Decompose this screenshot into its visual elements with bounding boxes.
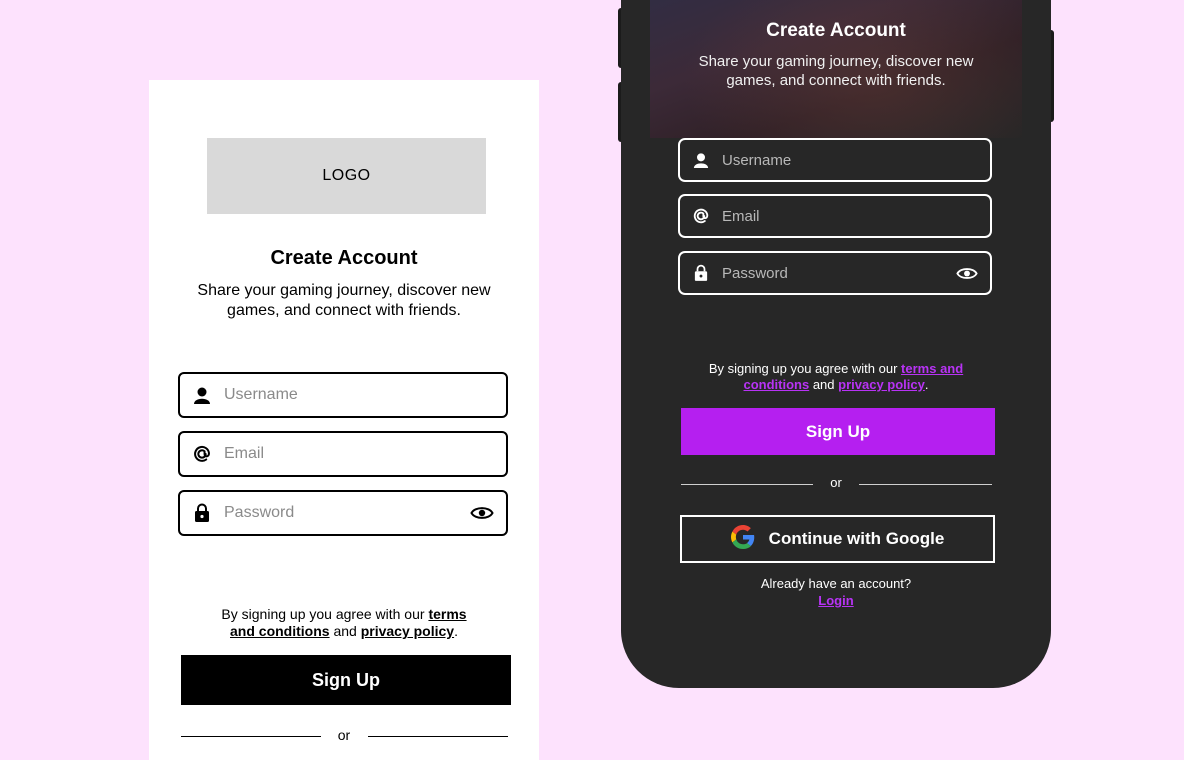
phone-divider-right <box>859 484 992 485</box>
phone-username-placeholder: Username <box>722 151 792 169</box>
phone-signup-button[interactable]: Sign Up <box>681 408 995 455</box>
phone-title: Create Account <box>766 20 906 41</box>
google-button-label: Continue with Google <box>768 529 945 548</box>
terms-text: By signing up you agree with our terms a… <box>209 606 479 640</box>
lock-icon <box>680 264 722 282</box>
phone-or-label: or <box>830 475 842 490</box>
password-field[interactable]: Password <box>178 490 508 536</box>
wireframe-panel: LOGO Create Account Share your gaming jo… <box>149 80 539 760</box>
phone-subtitle: Share your gaming journey, discover new … <box>698 53 974 89</box>
phone-username-field[interactable]: Username <box>678 138 992 182</box>
terms-and: and <box>329 623 361 639</box>
phone-email-field[interactable]: Email <box>678 194 992 238</box>
terms-suffix: . <box>454 623 458 639</box>
eye-icon[interactable] <box>458 505 506 521</box>
google-icon <box>730 524 755 554</box>
at-icon <box>680 206 722 226</box>
user-icon <box>180 386 224 404</box>
page-subtitle: Share your gaming journey, discover new … <box>197 282 491 319</box>
phone-terms-suffix: . <box>924 377 929 392</box>
divider-right <box>368 736 508 737</box>
phone-divider-left <box>681 484 813 485</box>
terms-prefix: By signing up you agree with our <box>221 606 429 622</box>
login-link[interactable]: Login <box>621 593 1051 608</box>
eye-icon[interactable] <box>944 266 990 281</box>
username-field[interactable]: Username <box>178 372 508 418</box>
google-signin-button[interactable]: Continue with Google <box>680 515 995 563</box>
password-placeholder: Password <box>224 504 295 521</box>
already-account-text: Already have an account? <box>760 576 912 591</box>
privacy-link[interactable]: privacy policy <box>361 623 454 639</box>
lock-icon <box>180 503 224 523</box>
phone-email-placeholder: Email <box>722 207 760 225</box>
phone-password-placeholder: Password <box>722 264 788 282</box>
phone-password-field[interactable]: Password <box>678 251 992 295</box>
divider-left <box>181 736 321 737</box>
signup-button[interactable]: Sign Up <box>181 655 511 705</box>
logo-placeholder: LOGO <box>207 138 486 214</box>
email-placeholder: Email <box>224 445 265 462</box>
phone-terms-prefix: By signing up you agree with our <box>708 361 902 376</box>
phone-terms-and: and <box>809 377 839 392</box>
user-icon <box>680 152 722 168</box>
page-title: Create Account <box>270 247 418 269</box>
or-label: or <box>337 727 351 743</box>
username-placeholder: Username <box>224 386 298 403</box>
phone-terms-text: By signing up you agree with our terms a… <box>701 361 971 393</box>
phone-mockup: Create Account Share your gaming journey… <box>621 0 1051 688</box>
email-field[interactable]: Email <box>178 431 508 477</box>
at-icon <box>180 443 224 465</box>
phone-privacy-link[interactable]: privacy policy <box>838 377 925 392</box>
